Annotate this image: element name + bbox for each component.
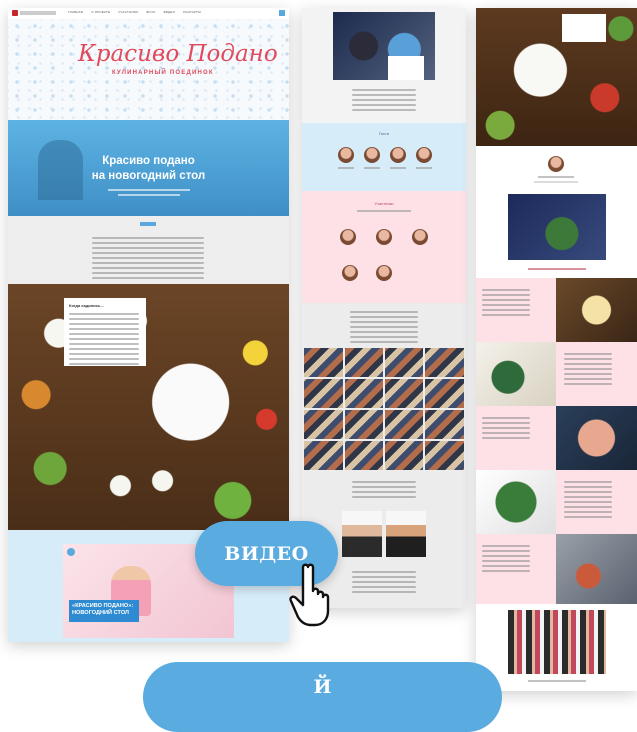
mid-top-text: [352, 86, 416, 114]
intro-paragraph: [92, 234, 204, 282]
recipe-photo: [556, 278, 637, 342]
recipe-text: [482, 286, 530, 319]
mid-bottom-text: [352, 568, 416, 596]
guest-caption: [364, 167, 380, 169]
recipe-text: [564, 350, 612, 388]
recipe-row-4: [476, 470, 637, 534]
participants-subtitle: [357, 210, 411, 212]
hero-subtext: [108, 189, 190, 191]
group-photo-caption: [528, 680, 586, 682]
food-table-photo: Когда садились...: [8, 284, 289, 530]
hand-pointer-icon: [289, 563, 330, 627]
nav-item[interactable]: ФОТО: [146, 10, 155, 14]
mid-description-text: [350, 308, 418, 346]
intro-card-text: [69, 310, 139, 368]
recipe-text: [564, 478, 612, 521]
participants-section: Участники: [302, 191, 466, 303]
nav-item[interactable]: ГЛАВНАЯ: [68, 10, 83, 14]
recipe-text: [482, 542, 530, 575]
site-logo-icon[interactable]: [12, 10, 18, 16]
recipe-row-3: [476, 406, 637, 470]
guest-caption: [390, 167, 406, 169]
guests-heading: Гости: [378, 131, 390, 136]
photo-gallery-grid: [304, 348, 464, 470]
intro-card: Когда садились...: [64, 298, 146, 366]
guests-section: Гости: [302, 123, 466, 191]
host-photo-left: [342, 511, 382, 557]
guest-caption: [416, 167, 432, 169]
intro-text-section: [8, 216, 289, 284]
video-banner: «КРАСИВО ПОДАНО»: НОВОГОДНИЙ СТОЛ: [69, 600, 139, 622]
right-top-food-photo: [476, 8, 637, 146]
guest-avatar: [390, 147, 406, 163]
nav-menu: ГЛАВНАЯ О ПРОЕКТЕ УЧАСТНИКИ ФОТО ВИДЕО К…: [68, 10, 201, 14]
intro-card-heading: Когда садились...: [69, 303, 104, 308]
nav-item[interactable]: ВИДЕО: [164, 10, 176, 14]
middle-page-preview: Гости Участники: [302, 8, 466, 608]
nav-item[interactable]: УЧАСТНИКИ: [118, 10, 138, 14]
hero-section: Красиво подано на новогодний стол: [8, 120, 289, 216]
recipe-row-1: [476, 278, 637, 342]
profile-avatar: [548, 156, 564, 172]
menu-icon[interactable]: [279, 10, 285, 16]
recipe-row-2: [476, 342, 637, 406]
participant-avatar: [340, 229, 356, 245]
bottom-cta-button[interactable]: Й: [143, 662, 502, 732]
participant-avatar: [376, 229, 392, 245]
guest-caption: [338, 167, 354, 169]
nav-item[interactable]: О ПРОЕКТЕ: [91, 10, 110, 14]
host-photo-right: [386, 511, 426, 557]
bottom-cta-label: Й: [313, 676, 332, 698]
logo-banner: Красиво Подано КУЛИНАРНЫЙ ПОЕДИНОК: [8, 19, 289, 120]
logo-subtitle: КУЛИНАРНЫЙ ПОЕДИНОК: [112, 70, 214, 76]
participant-avatar: [376, 265, 392, 281]
profile-role: [534, 181, 578, 183]
right-profile-section: [476, 146, 637, 278]
video-banner-line1: «КРАСИВО ПОДАНО»:: [72, 603, 134, 609]
recipe-photo: [556, 406, 637, 470]
mid-top-section: [302, 8, 466, 123]
profile-name: [538, 176, 574, 178]
video-banner-line2: НОВОГОДНИЙ СТОЛ: [72, 610, 129, 616]
hero-subtext: [118, 194, 180, 196]
recipe-photo: [556, 534, 637, 604]
recipe-text: [482, 414, 530, 442]
profile-dish-caption: [528, 268, 586, 270]
right-page-preview: [476, 8, 637, 691]
participants-heading: Участники: [374, 201, 394, 206]
hero-title-line1: Красиво подано: [102, 155, 195, 167]
hero-title-line2: на новогодний стол: [91, 170, 206, 182]
right-top-card: [562, 14, 606, 42]
section-divider-icon: [140, 222, 156, 226]
guest-avatar: [416, 147, 432, 163]
profile-dish-photo: [508, 194, 606, 260]
mid-gallery-text: [352, 478, 416, 501]
logo-script: Красиво Подано: [78, 41, 278, 67]
video-play-icon[interactable]: [67, 548, 75, 556]
guest-avatar: [338, 147, 354, 163]
recipe-photo: [476, 470, 556, 534]
recipe-row-5: [476, 534, 637, 604]
guest-avatar: [364, 147, 380, 163]
nav-item[interactable]: КОНТАКТЫ: [183, 10, 201, 14]
group-photo: [508, 610, 606, 674]
logo-small-text: [20, 11, 56, 15]
mid-photo-card: [388, 56, 424, 80]
participant-avatar: [412, 229, 428, 245]
recipe-photo: [476, 342, 556, 406]
participant-avatar: [342, 265, 358, 281]
